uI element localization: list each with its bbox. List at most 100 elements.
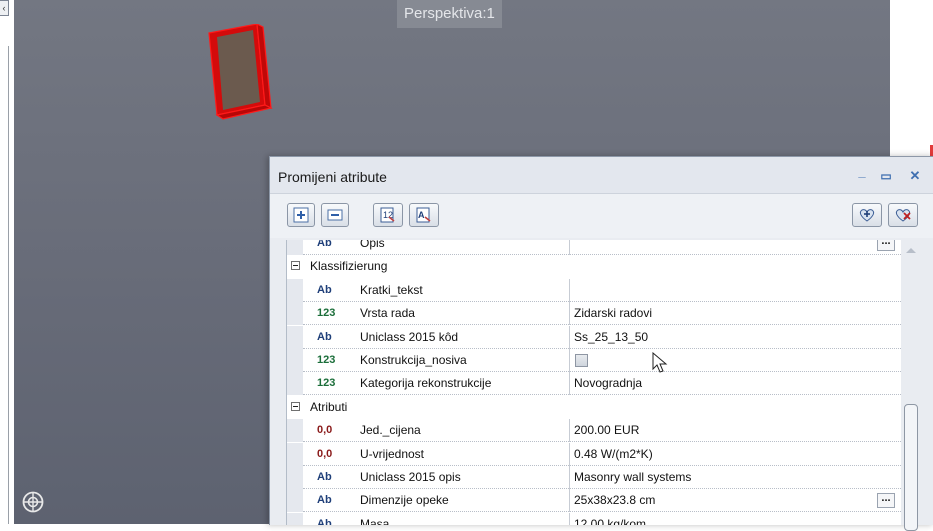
property-row[interactable]: 0,0 Jed._cijena 200.00 EUR [287,419,901,443]
type-icon: 123 [317,354,336,366]
panel-toggle-button[interactable]: ‹ [0,0,9,16]
row-gutter [287,442,303,466]
favorites-load-button[interactable]: 12 [373,203,403,227]
property-name: Opis [360,240,385,250]
property-row[interactable]: Ab Masa 12.00 kg/kom [287,512,901,525]
property-value: 200.00 EUR [574,423,640,438]
svg-text:A: A [418,210,425,220]
property-name: Uniclass 2015 kôd [360,329,459,344]
property-name: U-vrijednost [360,446,425,461]
property-name: Jed._cijena [360,423,421,438]
property-checkbox[interactable] [575,354,588,367]
favorites-load-icon: 12 [380,207,395,223]
type-icon: 123 [317,377,336,390]
type-icon: Ab [317,471,332,483]
row-gutter [287,325,303,349]
property-row[interactable]: 123 Vrsta rada Zidarski radovi [287,302,901,326]
type-icon: Ab [317,494,332,507]
property-name: Masa [360,516,390,525]
add-favorite-icon [859,209,875,222]
property-value: Zidarski radovi [574,306,653,321]
right-panel-edge [890,0,933,160]
property-value-cell[interactable]: Ss_25_13_50 [569,325,899,349]
navigation-icon[interactable] [22,491,44,513]
property-name: Vrsta rada [360,306,415,321]
property-value-cell[interactable]: 200.00 EUR [569,419,899,443]
text-format-button[interactable]: A [409,203,439,227]
remove-favorite-icon [895,209,911,222]
panel-divider [8,46,9,524]
maximize-button[interactable]: ▭ [879,169,893,183]
property-value-cell[interactable]: Masonry wall systems [569,466,899,489]
property-row[interactable]: Ab Kratki_tekst [287,278,901,302]
property-value-cell[interactable] [569,278,899,302]
property-value: 0.48 W/(m2*K) [574,446,653,461]
ellipsis-button[interactable]: ... [877,493,895,509]
property-value: 12.00 kg/kom [574,516,647,525]
row-gutter [287,489,303,513]
type-icon: Ab [317,283,332,296]
text-format-icon: A [416,207,431,223]
property-grid[interactable]: Ab Opis... Klassifizierung Ab Kratki_tekst 12… [286,240,901,525]
row-gutter [287,278,303,302]
property-row[interactable]: Ab Opis... [287,240,901,255]
add-favorite-button[interactable] [852,203,882,227]
property-row[interactable]: 0,0 U-vrijednost 0.48 W/(m2*K) [287,442,901,466]
row-gutter [287,512,303,525]
property-value-cell[interactable]: 12.00 kg/kom [569,512,899,525]
scroll-thumb[interactable] [904,404,918,531]
scroll-up-icon[interactable] [906,248,916,253]
row-gutter [287,466,303,489]
property-row[interactable]: Ab Uniclass 2015 opis Masonry wall systems [287,466,901,489]
property-name: Dimenzije opeke [360,493,449,508]
selected-wall-object[interactable] [208,24,278,124]
type-icon: 0,0 [317,424,333,437]
property-name: Kratki_tekst [360,282,423,297]
property-value: Ss_25_13_50 [574,329,649,344]
change-attributes-dialog: Promijeni atribute _ ▭ ✕ 12 A Ab Opis... K… [269,156,933,531]
row-gutter [287,240,303,255]
property-value-cell[interactable]: ... [569,240,899,255]
dialog-titlebar[interactable]: Promijeni atribute _ ▭ ✕ [270,157,933,194]
property-name: Kategorija rekonstrukcije [360,376,492,391]
row-gutter [287,349,303,372]
viewport-title[interactable]: Perspektiva:1 [397,0,502,28]
category-label: Atributi [310,399,348,414]
row-gutter [287,419,303,443]
property-row[interactable]: Ab Dimenzije opeke 25x38x23.8 cm... [287,489,901,513]
remove-favorite-button[interactable] [888,203,918,227]
property-row[interactable]: Ab Uniclass 2015 kôd Ss_25_13_50 [287,325,901,349]
dialog-title: Promijeni atribute [278,169,387,185]
collapse-all-button[interactable] [321,203,349,227]
property-value: Novogradnja [574,376,643,391]
property-value-cell[interactable]: 0.48 W/(m2*K) [569,442,899,466]
category-row[interactable]: Atributi [287,395,901,419]
row-gutter [287,372,303,396]
type-icon: Ab [317,240,332,249]
property-grid-scrollbar[interactable] [901,240,921,531]
type-icon: Ab [317,517,332,525]
property-value-cell[interactable]: Novogradnja [569,372,899,396]
property-value: 25x38x23.8 cm [574,493,656,508]
dialog-toolbar: 12 A [270,194,933,238]
property-value-cell[interactable] [569,349,899,372]
property-value-cell[interactable]: Zidarski radovi [569,302,899,326]
property-row[interactable]: 123 Konstrukcija_nosiva [287,349,901,372]
category-label: Klassifizierung [310,259,388,274]
property-row[interactable]: 123 Kategorija rekonstrukcije Novogradnja [287,372,901,396]
collapse-toggle-icon[interactable] [291,401,300,411]
type-icon: 123 [317,307,336,320]
type-icon: Ab [317,330,332,343]
ellipsis-button[interactable]: ... [877,240,895,251]
row-gutter [287,302,303,326]
category-row[interactable]: Klassifizierung [287,255,901,279]
collapse-all-icon [327,209,343,221]
property-name: Uniclass 2015 opis [360,470,461,484]
property-value-cell[interactable]: 25x38x23.8 cm... [569,489,899,513]
property-name: Konstrukcija_nosiva [360,353,467,367]
close-button[interactable]: ✕ [908,169,922,183]
collapse-toggle-icon[interactable] [291,261,300,271]
expand-all-icon [293,207,309,223]
minimize-button[interactable]: _ [855,165,869,179]
expand-all-button[interactable] [287,203,315,227]
